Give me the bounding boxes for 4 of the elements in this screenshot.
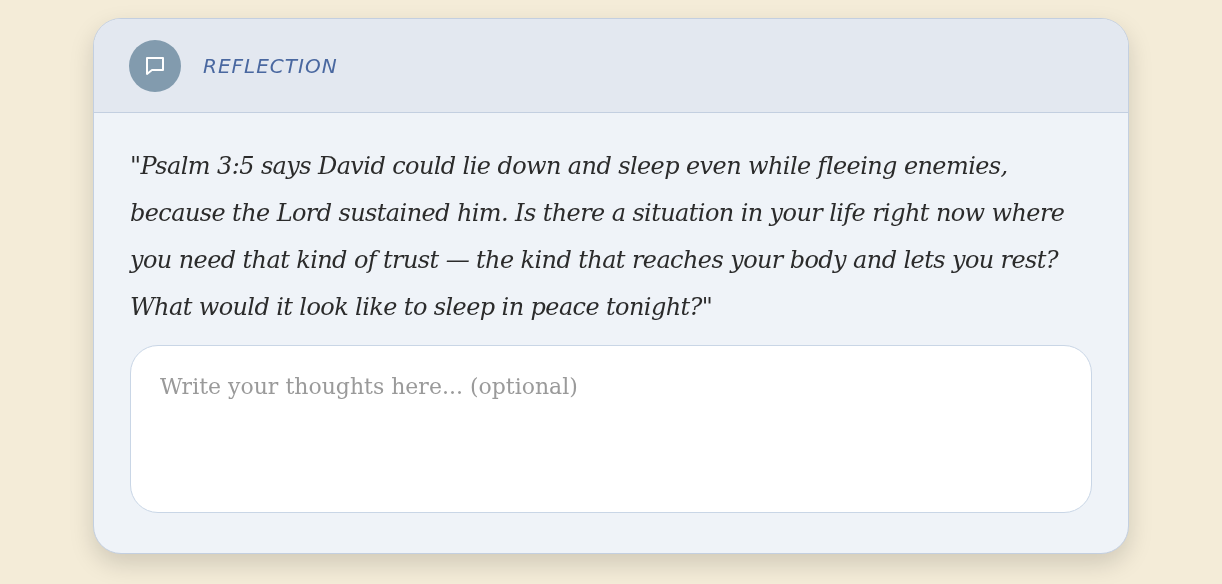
section-label: REFLECTION bbox=[203, 52, 338, 80]
chat-bubble-icon bbox=[129, 39, 181, 92]
reflection-prompt: "Psalm 3:5 says David could lie down and sleep even while fleeing enemies, because the Lord sustained him. Is there a situation in your life right now where you need that kind of trust — the kind that reaches your body and lets you rest? What would it look like to sleep in peace tonight?" bbox=[130, 151, 1066, 323]
answer-field[interactable]: Write your thoughts here... (optional) bbox=[130, 345, 1092, 513]
